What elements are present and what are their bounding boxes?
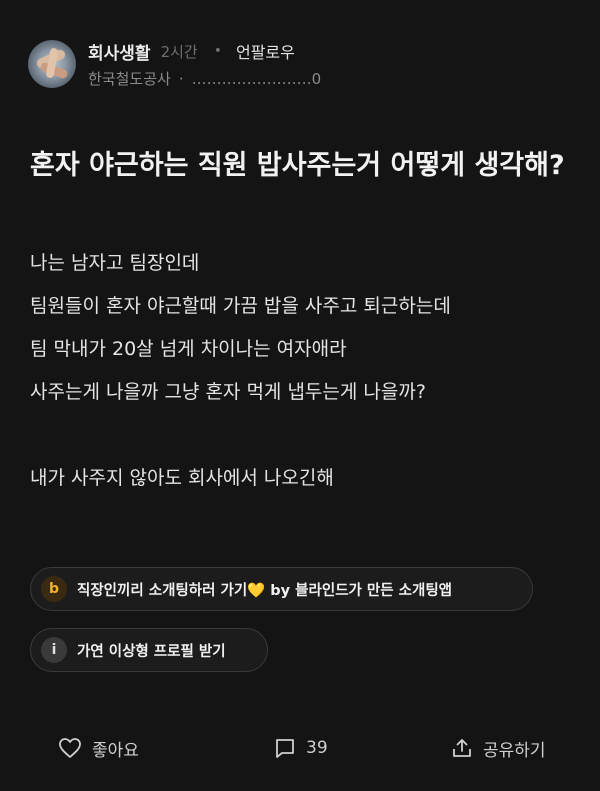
- info-chip-label: 가연 이상형 프로필 받기: [77, 643, 226, 660]
- post-body: 나는 남자고 팀장인데 팀원들이 혼자 야근할때 가끔 밥을 사주고 퇴근하는데…: [30, 242, 575, 500]
- post-time: 2시간: [160, 42, 198, 61]
- unfollow-button[interactable]: 언팔로우: [236, 39, 295, 63]
- like-label: 좋아요: [92, 740, 139, 761]
- share-icon: [453, 739, 471, 757]
- author-company[interactable]: 한국철도공사: [88, 68, 171, 89]
- body-line: 나는 남자고 팀장인데: [30, 252, 200, 274]
- ad-chip-suffix: by 블라인드가 만든 소개팅앱: [265, 582, 453, 599]
- share-button[interactable]: 공유하기: [451, 730, 546, 766]
- body-line: 사주는게 나을까 그냥 혼자 먹게 냅두는게 나을까?: [30, 381, 426, 403]
- yellow-heart-icon: 💛: [247, 582, 266, 599]
- body-line: [30, 414, 575, 457]
- separator-dot: ·: [178, 69, 184, 88]
- post-title: 혼자 야근하는 직원 밥사주는거 어떻게 생각해?: [30, 150, 565, 181]
- body-line: 내가 사주지 않아도 회사에서 나오긴해: [30, 467, 334, 489]
- board-avatar[interactable]: [28, 40, 76, 88]
- like-button[interactable]: 좋아요: [58, 730, 139, 766]
- body-line: 팀원들이 혼자 야근할때 가끔 밥을 사주고 퇴근하는데: [30, 295, 451, 317]
- author-nickname: ……………………0: [191, 69, 322, 88]
- ad-chip-label: 직장인끼리 소개팅하러 가기💛 by 블라인드가 만든 소개팅앱: [77, 579, 452, 600]
- comment-button[interactable]: 39: [274, 730, 328, 766]
- body-line: 팀 막내가 20살 넘게 차이나는 여자애라: [30, 338, 347, 360]
- blind-dating-ad-chip[interactable]: b 직장인끼리 소개팅하러 가기💛 by 블라인드가 만든 소개팅앱: [30, 567, 533, 611]
- info-icon: i: [41, 637, 67, 663]
- ad-chip-text: 직장인끼리 소개팅하러 가기: [77, 582, 248, 599]
- board-name[interactable]: 회사생활: [88, 39, 151, 64]
- profile-info-chip[interactable]: i 가연 이상형 프로필 받기: [30, 628, 268, 672]
- separator-dot: •: [213, 43, 222, 59]
- post-actions: 좋아요 39 공유하기: [0, 730, 600, 770]
- heart-icon: [59, 738, 81, 758]
- comment-count: 39: [306, 738, 328, 758]
- share-label: 공유하기: [483, 740, 546, 761]
- comment-icon: [276, 739, 294, 758]
- post-meta: 회사생활 2시간 • 언팔로우 한국철도공사 · ……………………0: [88, 40, 321, 89]
- post-header: 회사생활 2시간 • 언팔로우 한국철도공사 · ……………………0: [28, 40, 321, 89]
- blind-logo-icon: b: [41, 576, 67, 602]
